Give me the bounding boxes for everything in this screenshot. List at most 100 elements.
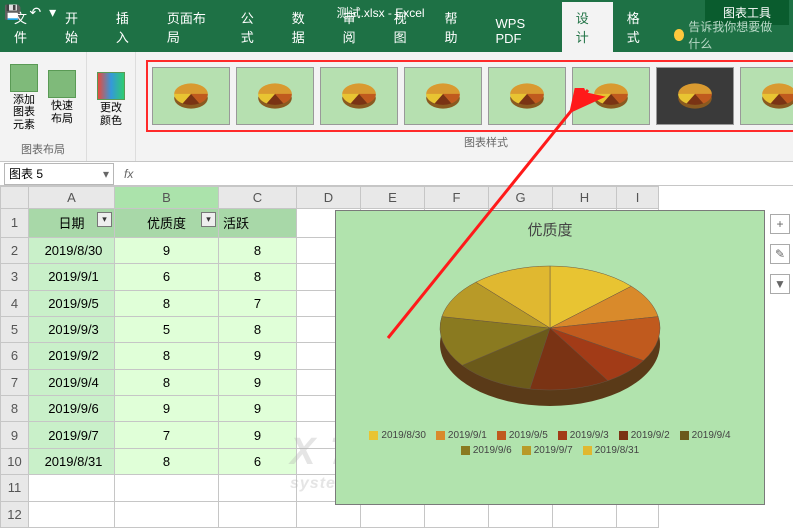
chart-title[interactable]: 优质度: [336, 211, 764, 242]
col-header-E[interactable]: E: [361, 187, 425, 209]
tell-me-search[interactable]: 告诉我你想要做什么: [664, 18, 793, 52]
chart-plus-button[interactable]: +: [770, 214, 790, 234]
chart-style-thumb-4[interactable]: [404, 67, 482, 125]
cell-B9[interactable]: 7: [115, 422, 219, 448]
col-header-D[interactable]: D: [297, 187, 361, 209]
cell-B8[interactable]: 9: [115, 396, 219, 422]
cell-A12[interactable]: [29, 501, 115, 527]
tab-file[interactable]: 文件: [0, 2, 51, 52]
cell-B3[interactable]: 6: [115, 264, 219, 290]
col-header-G[interactable]: G: [489, 187, 553, 209]
tab-help[interactable]: 帮助: [431, 2, 482, 52]
cell-C9[interactable]: 9: [219, 422, 297, 448]
name-box-input[interactable]: [9, 167, 79, 181]
cell-A3[interactable]: 2019/9/1: [29, 264, 115, 290]
name-box-dropdown-icon[interactable]: ▾: [103, 167, 109, 181]
row-head-1[interactable]: 1: [1, 209, 29, 238]
cell-C6[interactable]: 9: [219, 343, 297, 369]
filter-button-A[interactable]: ▾: [97, 212, 112, 227]
col-header-H[interactable]: H: [553, 187, 617, 209]
cell-B6[interactable]: 8: [115, 343, 219, 369]
cell-A2[interactable]: 2019/8/30: [29, 237, 115, 263]
embedded-chart[interactable]: 优质度 2019/8/30 2019/9/1 2019/9/5 2019/9/3 201…: [335, 210, 765, 505]
add-chart-element-button[interactable]: 添加图表 元素: [6, 62, 42, 132]
fx-icon[interactable]: fx: [114, 167, 143, 181]
chart-style-thumb-7[interactable]: [656, 67, 734, 125]
legend-item[interactable]: 2019/9/5: [497, 430, 548, 441]
tab-review[interactable]: 审阅: [329, 2, 380, 52]
tab-insert[interactable]: 插入: [102, 2, 153, 52]
chart-style-thumb-8[interactable]: [740, 67, 793, 125]
legend-item[interactable]: 2019/9/7: [522, 445, 573, 456]
col-header-F[interactable]: F: [425, 187, 489, 209]
tab-wps-pdf[interactable]: WPS PDF: [482, 10, 562, 52]
cell-A5[interactable]: 2019/9/3: [29, 316, 115, 342]
row-head-9[interactable]: 9: [1, 422, 29, 448]
change-colors-button[interactable]: 更改 颜色: [93, 70, 129, 128]
cell-C4[interactable]: 7: [219, 290, 297, 316]
cell-A11[interactable]: [29, 475, 115, 501]
chart-style-thumb-6[interactable]: [572, 67, 650, 125]
tab-view[interactable]: 视图: [380, 2, 431, 52]
cell-A8[interactable]: 2019/9/6: [29, 396, 115, 422]
name-box[interactable]: ▾: [4, 163, 114, 185]
cell-A10[interactable]: 2019/8/31: [29, 448, 115, 474]
row-head-4[interactable]: 4: [1, 290, 29, 316]
row-head-6[interactable]: 6: [1, 343, 29, 369]
row-head-7[interactable]: 7: [1, 369, 29, 395]
tab-design[interactable]: 设计: [562, 2, 613, 52]
tab-format[interactable]: 格式: [613, 2, 664, 52]
tab-page-layout[interactable]: 页面布局: [153, 2, 227, 52]
cell-B10[interactable]: 8: [115, 448, 219, 474]
cell-A4[interactable]: 2019/9/5: [29, 290, 115, 316]
cell-A9[interactable]: 2019/9/7: [29, 422, 115, 448]
row-head-2[interactable]: 2: [1, 237, 29, 263]
cell-C1[interactable]: 活跃: [219, 209, 297, 238]
row-head-12[interactable]: 12: [1, 501, 29, 527]
col-header-B[interactable]: B: [115, 187, 219, 209]
cell-C5[interactable]: 8: [219, 316, 297, 342]
filter-button-B[interactable]: ▾: [201, 212, 216, 227]
select-all-cell[interactable]: [1, 187, 29, 209]
cell-B4[interactable]: 8: [115, 290, 219, 316]
cell-C2[interactable]: 8: [219, 237, 297, 263]
chart-style-thumb-3[interactable]: [320, 67, 398, 125]
cell-B5[interactable]: 5: [115, 316, 219, 342]
legend-item[interactable]: 2019/8/31: [583, 445, 640, 456]
formula-bar-input[interactable]: [143, 163, 793, 185]
cell-C10[interactable]: 6: [219, 448, 297, 474]
legend-item[interactable]: 2019/9/3: [558, 430, 609, 441]
col-header-C[interactable]: C: [219, 187, 297, 209]
row-head-10[interactable]: 10: [1, 448, 29, 474]
row-head-11[interactable]: 11: [1, 475, 29, 501]
cell-B7[interactable]: 8: [115, 369, 219, 395]
cell-C3[interactable]: 8: [219, 264, 297, 290]
legend-item[interactable]: 2019/9/1: [436, 430, 487, 441]
row-head-3[interactable]: 3: [1, 264, 29, 290]
row-head-8[interactable]: 8: [1, 396, 29, 422]
row-head-5[interactable]: 5: [1, 316, 29, 342]
cell-C7[interactable]: 9: [219, 369, 297, 395]
cell-A6[interactable]: 2019/9/2: [29, 343, 115, 369]
cell-A1[interactable]: 日期▾: [29, 209, 115, 238]
cell-B2[interactable]: 9: [115, 237, 219, 263]
cell-A7[interactable]: 2019/9/4: [29, 369, 115, 395]
chart-brush-button[interactable]: ✎: [770, 244, 790, 264]
legend-item[interactable]: 2019/8/30: [369, 430, 426, 441]
tab-home[interactable]: 开始: [51, 2, 102, 52]
col-header-A[interactable]: A: [29, 187, 115, 209]
chart-style-thumb-2[interactable]: [236, 67, 314, 125]
legend-item[interactable]: 2019/9/2: [619, 430, 670, 441]
tab-data[interactable]: 数据: [278, 2, 329, 52]
legend-item[interactable]: 2019/9/4: [680, 430, 731, 441]
tab-formulas[interactable]: 公式: [227, 2, 278, 52]
chart-style-thumb-1[interactable]: [152, 67, 230, 125]
chart-style-thumb-5[interactable]: [488, 67, 566, 125]
cell-C8[interactable]: 9: [219, 396, 297, 422]
chart-filter-button[interactable]: ▼: [770, 274, 790, 294]
col-header-I[interactable]: I: [617, 187, 659, 209]
legend-swatch: [497, 431, 506, 440]
cell-B1[interactable]: 优质度▾: [115, 209, 219, 238]
legend-item[interactable]: 2019/9/6: [461, 445, 512, 456]
quick-layout-button[interactable]: 快速布局: [44, 68, 80, 126]
